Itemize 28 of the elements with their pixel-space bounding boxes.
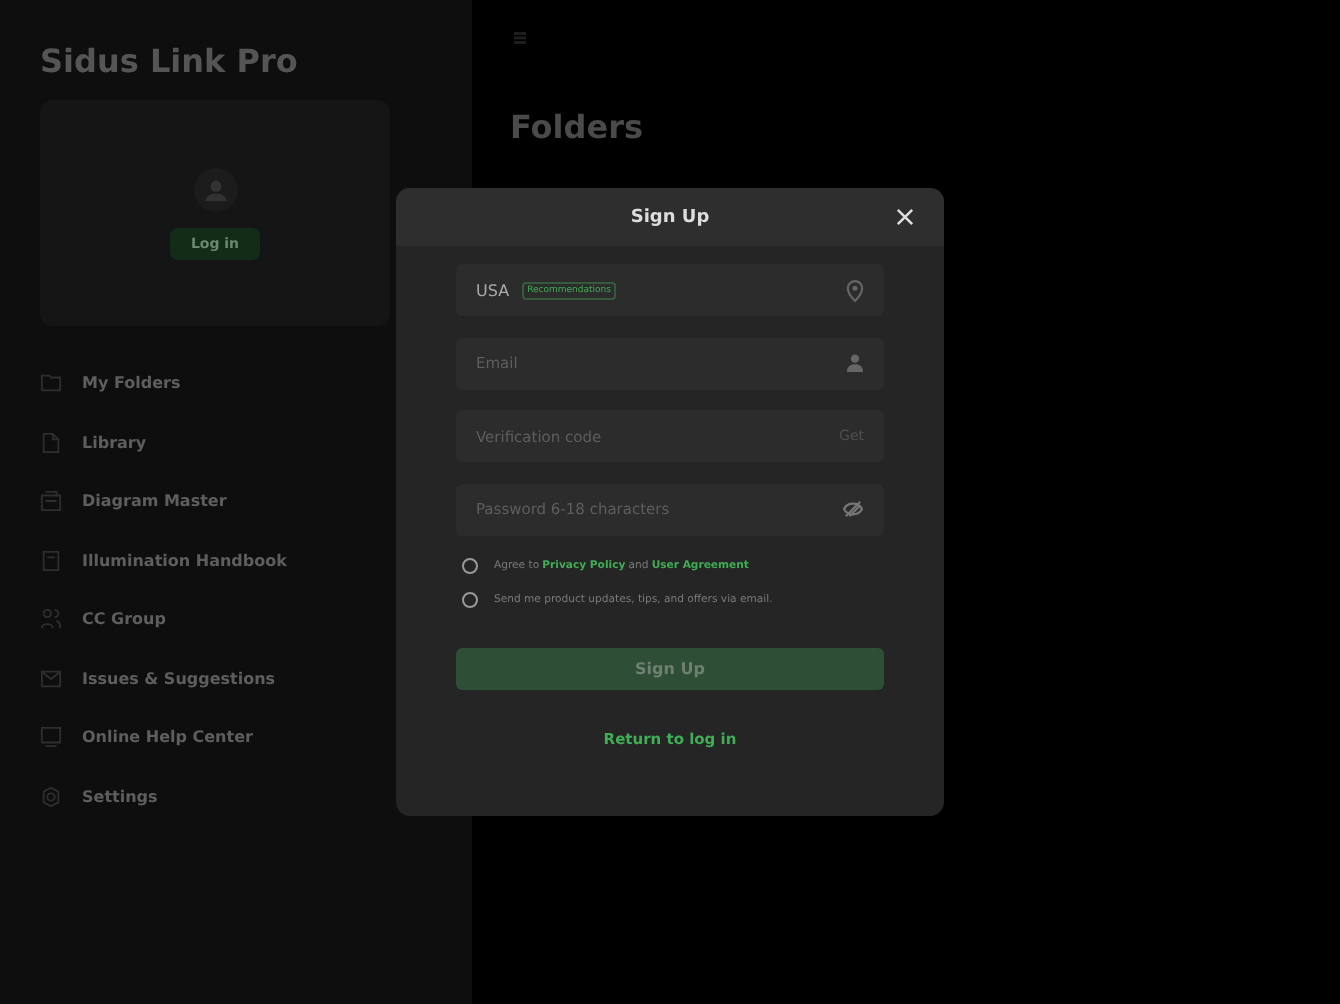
sign-up-button[interactable]: Sign Up <box>456 648 884 690</box>
folder-icon <box>40 372 62 395</box>
nav-item[interactable]: CC Group <box>40 590 166 649</box>
eye-slash-icon[interactable] <box>842 500 864 518</box>
clipboard-icon <box>40 490 62 513</box>
radio-button[interactable] <box>462 558 478 574</box>
people-icon <box>40 608 62 631</box>
location-pin-icon <box>846 279 864 301</box>
region-value: USA <box>476 281 510 299</box>
monitor-icon <box>40 726 62 749</box>
radio-button[interactable] <box>462 592 478 608</box>
book-icon <box>40 549 62 572</box>
nav-item[interactable]: My Folders <box>40 354 181 413</box>
page-heading: Folders <box>510 108 643 146</box>
dialog-title: Sign Up <box>630 207 710 227</box>
avatar-icon <box>193 167 237 211</box>
gear-icon <box>40 785 62 808</box>
nav-item[interactable]: Library <box>40 413 147 472</box>
nav-item[interactable]: Settings <box>40 767 158 826</box>
nav-item[interactable]: Online Help Center <box>40 708 253 767</box>
person-icon <box>846 354 864 372</box>
app-title: Sidus Link Pro <box>40 42 298 80</box>
document-icon <box>40 431 62 454</box>
envelope-icon <box>40 667 62 690</box>
nav-item[interactable]: Issues & Suggestions <box>40 649 276 708</box>
nav-item[interactable]: Illumination Handbook <box>40 531 287 590</box>
nav-item[interactable]: Diagram Master <box>40 472 227 531</box>
close-icon[interactable] <box>896 208 914 226</box>
